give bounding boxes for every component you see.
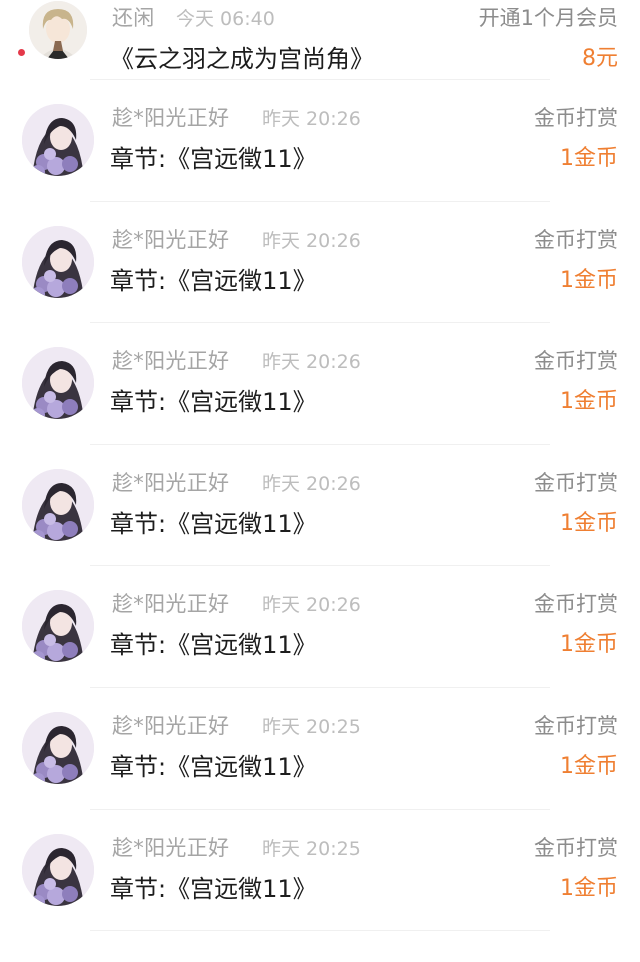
avatar[interactable] xyxy=(22,468,94,541)
avatar[interactable] xyxy=(22,225,94,298)
avatar[interactable] xyxy=(22,104,94,176)
list-item[interactable]: 趁*阳光正好 昨天 20:25 金币打赏 章节:《宫远徵11》 1金币 xyxy=(0,688,640,810)
chapter-title: 章节:《宫远徵11》 xyxy=(110,752,317,781)
list-item[interactable]: 趁*阳光正好 昨天 20:26 金币打赏 章节:《宫远徵11》 1金币 xyxy=(0,445,640,567)
reward-type: 金币打赏 xyxy=(534,349,618,374)
avatar[interactable] xyxy=(22,590,94,663)
user-name: 趁*阳光正好 xyxy=(112,835,230,860)
reward-amount: 1金币 xyxy=(560,875,618,901)
user-name: 趁*阳光正好 xyxy=(112,592,230,617)
list-item[interactable]: 还闲 今天 06:40 开通1个月会员 《云之羽之成为宫尚角》 8元 xyxy=(0,0,640,80)
reward-record-list: 还闲 今天 06:40 开通1个月会员 《云之羽之成为宫尚角》 8元 趁*阳光正… xyxy=(0,0,640,932)
reward-amount: 1金币 xyxy=(560,389,618,415)
list-item[interactable]: 趁*阳光正好 昨天 20:26 金币打赏 章节:《宫远徵11》 1金币 xyxy=(0,202,640,324)
reward-type: 金币打赏 xyxy=(534,835,618,860)
reward-type: 金币打赏 xyxy=(534,713,618,738)
reward-type: 开通1个月会员 xyxy=(478,6,618,30)
reward-amount: 1金币 xyxy=(560,146,618,171)
reward-amount: 1金币 xyxy=(560,510,618,536)
user-name: 趁*阳光正好 xyxy=(112,227,230,252)
timestamp: 昨天 20:26 xyxy=(262,351,361,374)
avatar[interactable] xyxy=(29,1,87,59)
work-title: 《云之羽之成为宫尚角》 xyxy=(110,45,374,73)
list-item[interactable]: 趁*阳光正好 昨天 20:26 金币打赏 章节:《宫远徵11》 1金币 xyxy=(0,566,640,688)
divider xyxy=(90,930,550,932)
chapter-title: 章节:《宫远徵11》 xyxy=(110,266,317,295)
reward-amount: 1金币 xyxy=(560,632,618,658)
list-item[interactable]: 趁*阳光正好 昨天 20:26 金币打赏 章节:《宫远徵11》 1金币 xyxy=(0,323,640,445)
list-item[interactable]: 趁*阳光正好 昨天 20:26 金币打赏 章节:《宫远徵11》 1金币 xyxy=(0,80,640,202)
timestamp: 昨天 20:25 xyxy=(262,837,361,860)
reward-type: 金币打赏 xyxy=(534,227,618,252)
user-name: 趁*阳光正好 xyxy=(112,470,230,495)
timestamp: 昨天 20:26 xyxy=(262,472,361,495)
timestamp: 昨天 20:26 xyxy=(262,594,361,617)
reward-type: 金币打赏 xyxy=(534,592,618,617)
list-item[interactable]: 趁*阳光正好 昨天 20:25 金币打赏 章节:《宫远徵11》 1金币 xyxy=(0,810,640,932)
timestamp: 昨天 20:25 xyxy=(262,715,361,738)
avatar[interactable] xyxy=(22,833,94,906)
user-name: 趁*阳光正好 xyxy=(112,349,230,374)
avatar[interactable] xyxy=(22,711,94,784)
user-name: 趁*阳光正好 xyxy=(112,713,230,738)
timestamp: 昨天 20:26 xyxy=(262,108,361,130)
timestamp: 今天 06:40 xyxy=(176,8,275,30)
user-name: 还闲 xyxy=(112,6,155,30)
user-name: 趁*阳光正好 xyxy=(112,106,230,130)
chapter-title: 章节:《宫远徵11》 xyxy=(110,874,317,903)
unread-dot xyxy=(18,49,25,56)
timestamp: 昨天 20:26 xyxy=(262,229,361,252)
avatar[interactable] xyxy=(22,347,94,420)
reward-type: 金币打赏 xyxy=(534,106,618,130)
reward-type: 金币打赏 xyxy=(534,470,618,495)
reward-amount: 1金币 xyxy=(560,753,618,779)
reward-amount: 1金币 xyxy=(560,267,618,293)
chapter-title: 章节:《宫远徵11》 xyxy=(110,145,317,173)
chapter-title: 章节:《宫远徵11》 xyxy=(110,509,317,538)
chapter-title: 章节:《宫远徵11》 xyxy=(110,388,317,417)
reward-amount: 8元 xyxy=(582,46,618,71)
chapter-title: 章节:《宫远徵11》 xyxy=(110,631,317,660)
